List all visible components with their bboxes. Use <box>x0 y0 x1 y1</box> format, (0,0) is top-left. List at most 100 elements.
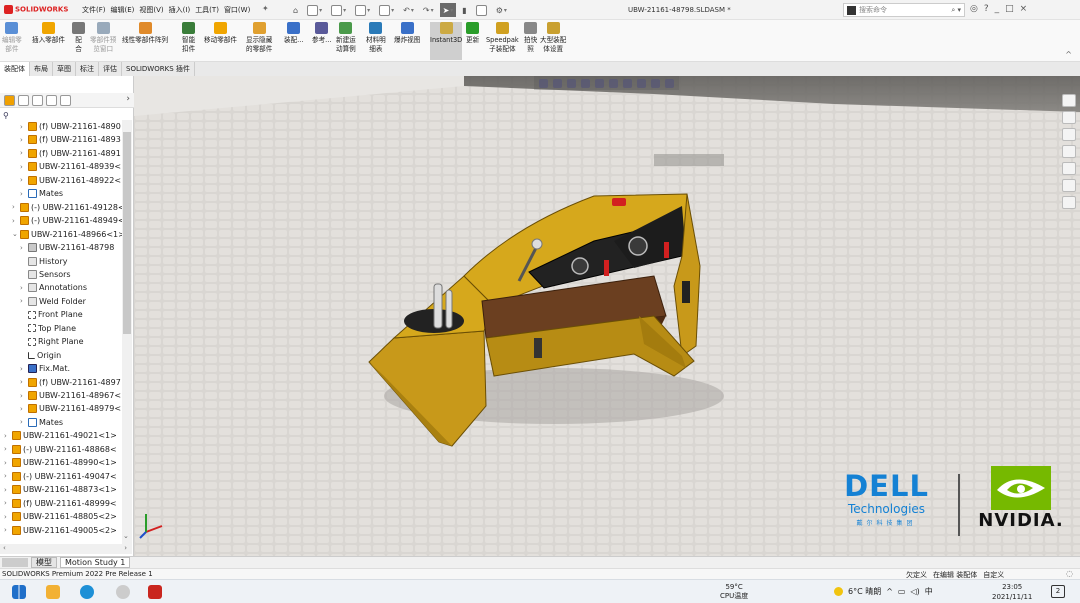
expand-arrow-icon[interactable]: › <box>4 445 12 453</box>
ribbon-command-17[interactable]: 大型装配 体设置 <box>540 22 566 60</box>
ribbon-command-15[interactable]: Speedpak 子装配体 <box>486 22 519 60</box>
expand-arrow-icon[interactable]: › <box>20 149 28 157</box>
ribbon-command-7[interactable]: 显示隐藏 的零部件 <box>246 22 272 60</box>
tree-horizontal-scrollbar[interactable]: ‹ › <box>0 544 132 554</box>
input-method-indicator[interactable]: 中 <box>925 586 933 597</box>
edge-browser-icon[interactable] <box>80 585 94 599</box>
pin-icon[interactable]: ✦ <box>262 4 269 13</box>
configurationmanager-tab-icon[interactable] <box>32 94 43 106</box>
tree-item[interactable]: › (f) UBW-21161-4897 <box>20 376 121 389</box>
display-style-icon[interactable] <box>609 78 618 88</box>
tree-item[interactable]: › (-) UBW-21161-48868< <box>4 443 117 456</box>
clock[interactable]: 23:05 2021/11/11 <box>992 582 1032 602</box>
tab-motion-study[interactable]: Motion Study 1 <box>60 557 131 568</box>
ribbon-command-5[interactable]: 智能 扣件 <box>182 22 195 60</box>
tree-item[interactable]: › (f) UBW-21161-4891 <box>20 147 121 160</box>
expand-arrow-icon[interactable]: › <box>12 217 20 225</box>
expand-arrow-icon[interactable]: › <box>12 203 20 211</box>
expand-arrow-icon[interactable]: › <box>20 284 28 292</box>
tree-item[interactable]: › (-) UBW-21161-49047< <box>4 470 117 483</box>
ribbon-command-1[interactable]: 插入零部件 <box>32 22 65 60</box>
ribbon-command-0[interactable]: 编辑零 部件 <box>2 22 22 60</box>
minimize-button[interactable]: _ <box>995 4 1000 14</box>
tree-item[interactable]: History <box>20 255 67 268</box>
expand-arrow-icon[interactable]: › <box>4 513 12 521</box>
new-document-icon[interactable]: ▾ <box>304 3 325 17</box>
ribbon-command-10[interactable]: 新建运 动算例 <box>336 22 356 60</box>
file-properties-icon[interactable] <box>473 3 490 17</box>
ribbon-command-2[interactable]: 配合 <box>72 22 85 60</box>
volume-icon[interactable]: ◁) <box>910 587 919 596</box>
section-view-icon[interactable] <box>581 78 590 88</box>
menu-edit[interactable]: 编辑(E) <box>111 5 135 15</box>
help-button[interactable]: ? <box>984 4 989 14</box>
expand-arrow-icon[interactable]: › <box>20 190 28 198</box>
view-orientation-icon[interactable] <box>595 78 604 88</box>
tree-item[interactable]: › Fix.Mat. <box>20 362 70 375</box>
tree-item[interactable]: › (f) UBW-21161-48999< <box>4 497 117 510</box>
expand-arrow-icon[interactable]: › <box>20 418 28 426</box>
expand-arrow-icon[interactable]: › <box>20 244 28 252</box>
previous-view-icon[interactable] <box>567 78 576 88</box>
tree-item[interactable]: › UBW-21161-48979< <box>20 402 121 415</box>
tree-item[interactable]: › Mates <box>20 187 63 200</box>
tab-addins[interactable]: SOLIDWORKS 插件 <box>122 62 195 76</box>
expand-arrow-icon[interactable]: › <box>4 526 12 534</box>
redo-icon[interactable]: ↷ ▾ <box>420 3 437 17</box>
ribbon-command-14[interactable]: 更新 <box>466 22 479 60</box>
featuremanager-tab-icon[interactable] <box>4 94 15 106</box>
expand-arrow-icon[interactable]: › <box>20 297 28 305</box>
ribbon-command-6[interactable]: 移动零部件 <box>204 22 237 60</box>
tree-item[interactable]: › UBW-21161-48967< <box>20 389 121 402</box>
ribbon-command-13[interactable]: Instant3D <box>430 22 463 60</box>
settings-taskbar-icon[interactable] <box>116 585 130 599</box>
menu-window[interactable]: 窗口(W) <box>224 5 250 15</box>
ribbon-command-3[interactable]: 零部件预 览窗口 <box>90 22 116 60</box>
menu-tools[interactable]: 工具(T) <box>195 5 219 15</box>
solidworks-logo[interactable]: SOLIDWORKS <box>4 5 68 14</box>
tree-item[interactable]: › (-) UBW-21161-48949< <box>12 214 122 227</box>
maximize-button[interactable]: □ <box>1005 4 1014 14</box>
tree-item[interactable]: › (f) UBW-21161-4893 <box>20 133 121 146</box>
tree-item[interactable]: › Weld Folder <box>20 295 86 308</box>
expand-arrow-icon[interactable]: › <box>20 123 28 131</box>
expand-arrow-icon[interactable]: › <box>20 405 28 413</box>
apply-scene-icon[interactable] <box>651 78 660 88</box>
tree-item[interactable]: Origin <box>20 349 61 362</box>
tray-expand-icon[interactable]: ^ <box>886 587 893 596</box>
hide-show-items-icon[interactable] <box>623 78 632 88</box>
menu-file[interactable]: 文件(F) <box>82 5 106 15</box>
open-icon[interactable]: ▾ <box>328 3 349 17</box>
save-icon[interactable]: ▾ <box>352 3 373 17</box>
select-pointer-icon[interactable]: ➤ ▾ <box>439 3 457 17</box>
chevron-right-icon[interactable]: › <box>126 94 130 104</box>
expand-arrow-icon[interactable]: › <box>4 486 12 494</box>
tree-item[interactable]: › (-) UBW-21161-49128< <box>12 201 122 214</box>
ribbon-command-16[interactable]: 拍快照 <box>524 22 537 60</box>
expand-arrow-icon[interactable]: › <box>4 472 12 480</box>
user-icon[interactable]: ◎ <box>970 4 978 14</box>
expand-arrow-icon[interactable]: › <box>20 365 28 373</box>
file-explorer-taskbar-icon[interactable] <box>46 585 60 599</box>
forum-icon[interactable] <box>1062 196 1076 209</box>
zoom-area-icon[interactable] <box>553 78 562 88</box>
tab-evaluate[interactable]: 评估 <box>99 62 122 76</box>
ribbon-command-11[interactable]: 材料明 细表 <box>366 22 386 60</box>
scroll-down-icon[interactable]: ⌄ <box>123 532 129 540</box>
ribbon-command-4[interactable]: 线性零部件阵列 <box>122 22 168 60</box>
solidworks-taskbar-icon[interactable] <box>148 585 162 599</box>
expand-arrow-icon[interactable]: › <box>20 378 28 386</box>
options-gear-icon[interactable]: ⚙ ▾ <box>493 3 510 17</box>
view-palette-icon[interactable] <box>1062 145 1076 158</box>
tab-markup[interactable]: 标注 <box>76 62 99 76</box>
tree-item[interactable]: › UBW-21161-48939< <box>20 160 121 173</box>
expand-arrow-icon[interactable]: › <box>4 432 12 440</box>
expand-arrow-icon[interactable]: ⌄ <box>12 230 20 238</box>
tree-item[interactable]: › UBW-21161-48922< <box>20 174 121 187</box>
search-scope-icon[interactable] <box>847 5 856 15</box>
tree-item[interactable]: Sensors <box>20 268 71 281</box>
rebuild-icon[interactable]: ▮ <box>459 3 469 17</box>
edit-appearance-icon[interactable] <box>637 78 646 88</box>
expand-arrow-icon[interactable]: › <box>20 136 28 144</box>
ribbon-command-12[interactable]: 爆炸视图 <box>394 22 420 60</box>
